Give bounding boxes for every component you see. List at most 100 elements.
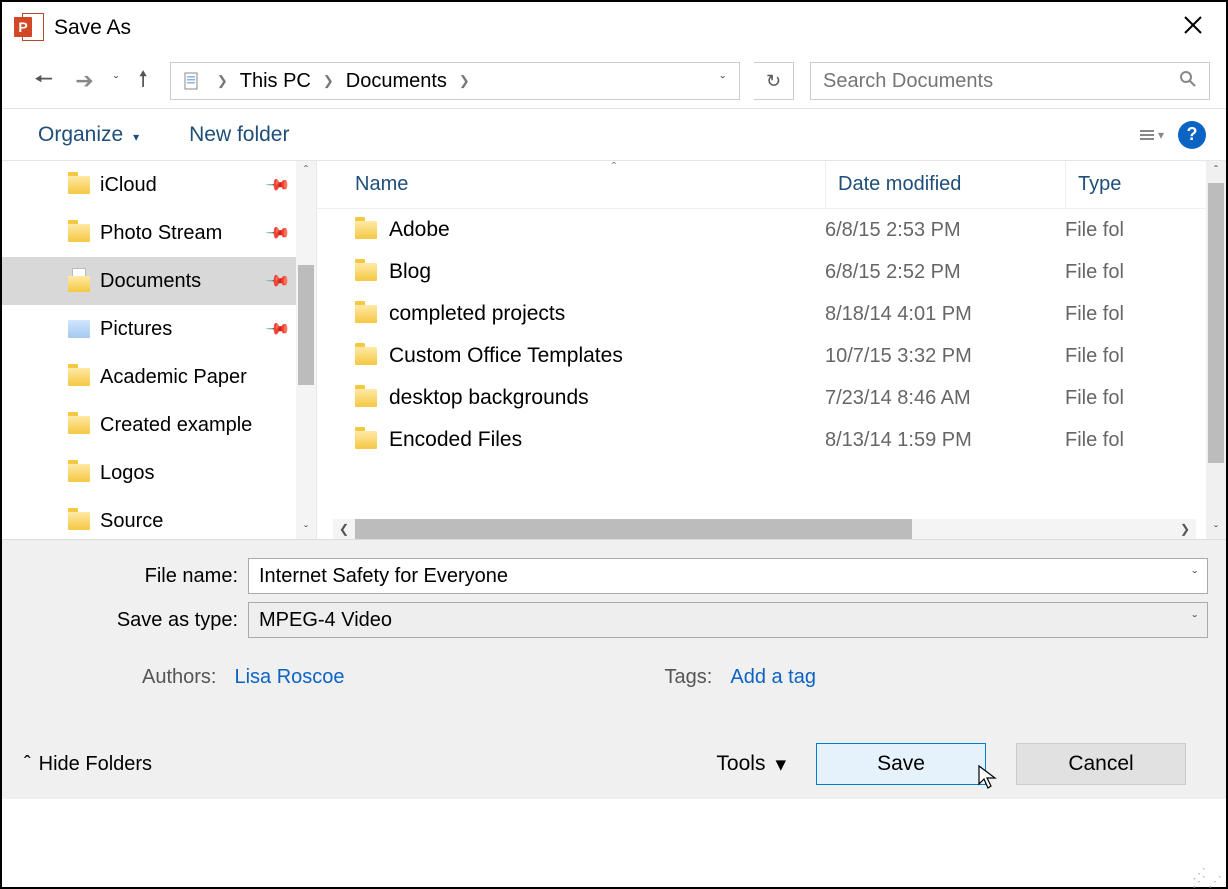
file-name: Encoded Files [389, 428, 825, 452]
sidebar-item-label: Pictures [100, 318, 172, 341]
address-dropdown[interactable]: ˇ [710, 73, 735, 89]
chevron-right-icon[interactable]: ❯ [315, 73, 342, 89]
tools-button[interactable]: Tools ▾ [716, 752, 786, 777]
file-name: Blog [389, 260, 825, 284]
up-button[interactable]: 🠕 [130, 62, 155, 100]
cancel-button[interactable]: Cancel [1016, 743, 1186, 785]
organize-button[interactable]: Organize ▾ [38, 123, 139, 147]
toolbar: Organize ▾ New folder ▾ ? [2, 109, 1226, 161]
save-type-input[interactable] [249, 609, 1182, 632]
file-type: File fol [1065, 387, 1226, 410]
file-row[interactable]: Custom Office Templates10/7/15 3:32 PMFi… [317, 335, 1226, 377]
scroll-up-icon[interactable]: ˆ [1206, 161, 1226, 179]
breadcrumb-documents[interactable]: Documents [342, 70, 451, 93]
filename-field[interactable]: ˇ [248, 558, 1208, 594]
file-type: File fol [1065, 219, 1226, 242]
refresh-button[interactable]: ↻ [754, 62, 794, 100]
folder-icon [68, 368, 90, 386]
tags-label: Tags: [665, 666, 713, 689]
scrollbar-thumb[interactable] [298, 265, 314, 385]
chevron-right-icon[interactable]: ❯ [209, 73, 236, 89]
folder-icon [68, 464, 90, 482]
sidebar-item-logos[interactable]: Logos [2, 449, 316, 497]
save-type-dropdown[interactable]: ˇ [1182, 612, 1207, 628]
sidebar-item-icloud[interactable]: iCloud 📌 [2, 161, 316, 209]
search-icon[interactable] [1179, 70, 1197, 93]
search-box[interactable] [810, 62, 1210, 100]
column-type[interactable]: Type [1065, 161, 1226, 208]
file-type: File fol [1065, 429, 1226, 452]
column-name[interactable]: Name [317, 173, 825, 196]
scroll-left-icon[interactable]: ❮ [333, 522, 355, 536]
filename-dropdown[interactable]: ˇ [1182, 568, 1207, 584]
titlebar: P Save As [2, 2, 1226, 54]
tags-value[interactable]: Add a tag [730, 666, 816, 689]
sidebar-scrollbar[interactable]: ˆ ˇ [296, 161, 316, 539]
authors-value[interactable]: Lisa Roscoe [234, 666, 344, 689]
horizontal-scrollbar[interactable]: ❮ ❯ [333, 519, 1196, 539]
sidebar-item-label: Logos [100, 462, 155, 485]
file-date: 8/18/14 4:01 PM [825, 303, 1065, 326]
breadcrumb-this-pc[interactable]: This PC [236, 70, 315, 93]
folder-icon [355, 389, 377, 407]
file-row[interactable]: desktop backgrounds7/23/14 8:46 AMFile f… [317, 377, 1226, 419]
sidebar-item-label: Photo Stream [100, 222, 222, 245]
sidebar-item-created-example[interactable]: Created example [2, 401, 316, 449]
pin-icon[interactable]: 📌 [264, 219, 292, 247]
file-row[interactable]: Adobe6/8/15 2:53 PMFile fol [317, 209, 1226, 251]
file-name: Adobe [389, 218, 825, 242]
save-button[interactable]: Save [816, 743, 986, 785]
sidebar-item-label: iCloud [100, 174, 157, 197]
save-type-field[interactable]: ˇ [248, 602, 1208, 638]
search-input[interactable] [823, 70, 1179, 93]
vertical-scrollbar[interactable]: ˆ ˇ [1206, 161, 1226, 539]
sidebar-item-source[interactable]: Source [2, 497, 316, 539]
column-date[interactable]: Date modified [825, 161, 1065, 208]
form-area: File name: ˇ Save as type: ˇ Authors: Li… [2, 539, 1226, 799]
powerpoint-icon: P [14, 13, 44, 43]
navbar: 🠔 ➔ ˇ 🠕 ❯ This PC ❯ Documents ❯ ˇ ↻ [2, 54, 1226, 109]
file-name: completed projects [389, 302, 825, 326]
scrollbar-thumb[interactable] [1208, 183, 1224, 463]
filename-input[interactable] [249, 565, 1182, 588]
sidebar-item-photo-stream[interactable]: Photo Stream 📌 [2, 209, 316, 257]
close-button[interactable] [1172, 8, 1214, 48]
footer: ˆ Hide Folders Tools ▾ Save Cancel ⋰⋰⋰ [2, 729, 1208, 799]
scroll-down-icon[interactable]: ˇ [1206, 521, 1226, 539]
view-mode-button[interactable]: ▾ [1140, 128, 1164, 142]
scrollbar-thumb[interactable] [355, 519, 912, 539]
resize-grip-icon[interactable]: ⋰⋰⋰ [1192, 869, 1224, 885]
file-type: File fol [1065, 261, 1226, 284]
pin-icon[interactable]: 📌 [264, 171, 292, 199]
authors-label: Authors: [142, 666, 216, 689]
chevron-right-icon[interactable]: ❯ [451, 73, 478, 89]
scroll-up-icon[interactable]: ˆ [296, 161, 316, 179]
pin-icon[interactable]: 📌 [264, 315, 292, 343]
sidebar-item-documents[interactable]: Documents 📌 [2, 257, 316, 305]
sidebar-item-label: Documents [100, 270, 201, 293]
folder-icon [355, 221, 377, 239]
breadcrumb[interactable]: ❯ This PC ❯ Documents ❯ ˇ [170, 62, 740, 100]
chevron-down-icon: ▾ [1158, 128, 1164, 142]
file-row[interactable]: Blog6/8/15 2:52 PMFile fol [317, 251, 1226, 293]
new-folder-button[interactable]: New folder [189, 123, 289, 147]
file-row[interactable]: completed projects8/18/14 4:01 PMFile fo… [317, 293, 1226, 335]
chevron-up-icon: ˆ [24, 753, 31, 776]
scroll-right-icon[interactable]: ❯ [1174, 522, 1196, 536]
help-button[interactable]: ? [1178, 121, 1206, 149]
sidebar-item-label: Created example [100, 414, 252, 437]
sidebar-item-pictures[interactable]: Pictures 📌 [2, 305, 316, 353]
pin-icon[interactable]: 📌 [264, 267, 292, 295]
column-headers: Name Date modified Type [317, 161, 1226, 209]
sidebar-item-academic-paper[interactable]: Academic Paper [2, 353, 316, 401]
chevron-down-icon: ▾ [775, 752, 786, 777]
location-icon [181, 70, 203, 92]
history-dropdown[interactable]: ˇ [108, 73, 125, 89]
forward-button[interactable]: ➔ [67, 68, 101, 94]
file-row[interactable]: Encoded Files8/13/14 1:59 PMFile fol [317, 419, 1226, 461]
documents-folder-icon [68, 270, 90, 292]
back-button[interactable]: 🠔 [26, 62, 61, 100]
sidebar: iCloud 📌 Photo Stream 📌 Documents 📌 Pictures 📌 A… [2, 161, 317, 539]
scroll-down-icon[interactable]: ˇ [296, 521, 316, 539]
hide-folders-button[interactable]: ˆ Hide Folders [24, 753, 152, 776]
